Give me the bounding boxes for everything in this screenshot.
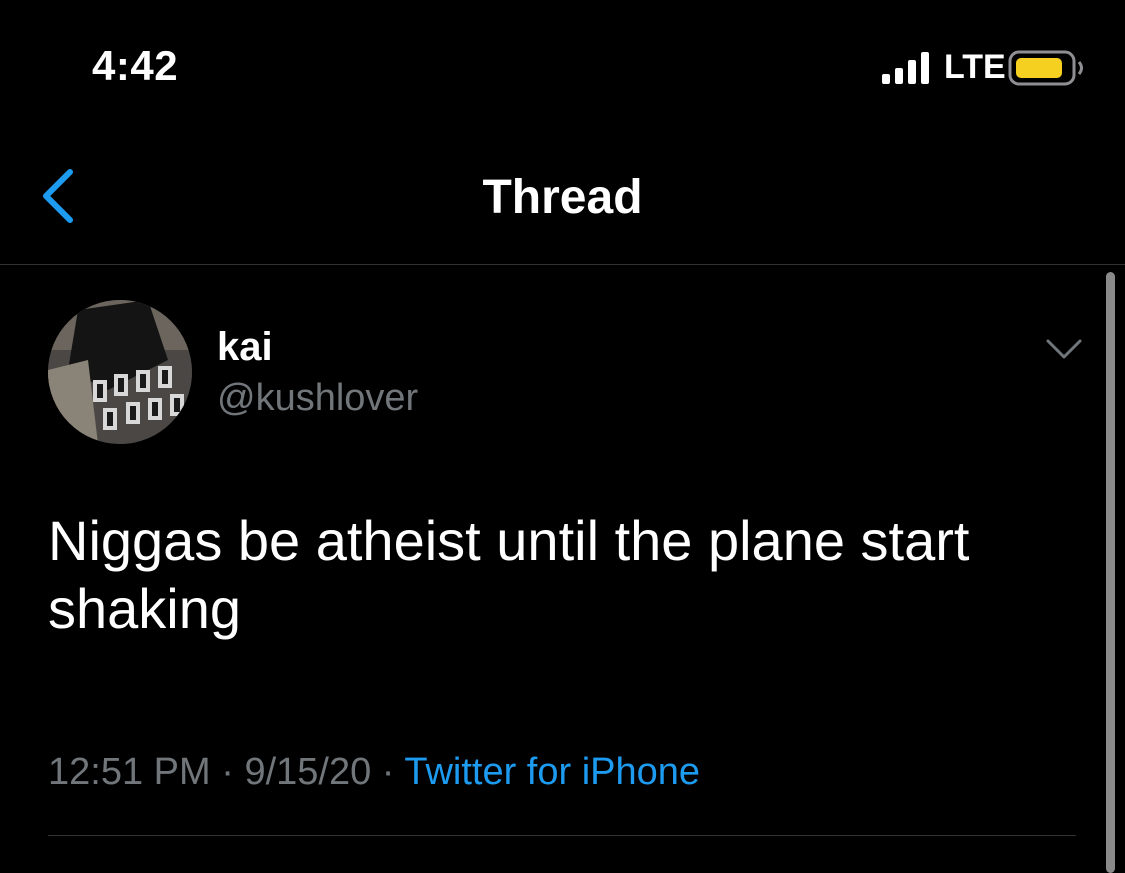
- display-name[interactable]: kai: [217, 325, 273, 370]
- meta-separator: ·: [221, 751, 234, 793]
- tweet-source-link[interactable]: Twitter for iPhone: [404, 751, 700, 793]
- chevron-down-icon[interactable]: [1044, 335, 1084, 363]
- tweet-text: Niggas be atheist until the plane start …: [48, 509, 970, 640]
- meta-separator: ·: [381, 751, 395, 793]
- scrollbar[interactable]: [1106, 272, 1115, 873]
- divider: [48, 835, 1076, 836]
- tweet-date: 9/15/20: [244, 751, 372, 793]
- avatar-image: [48, 300, 192, 444]
- battery-icon: [1008, 50, 1083, 86]
- avatar[interactable]: [48, 300, 192, 444]
- tweet[interactable]: kai @kushlover Niggas be atheist until t…: [0, 265, 1125, 873]
- cellular-signal-icon: [882, 52, 929, 84]
- network-type-label: LTE: [944, 48, 1006, 86]
- user-handle[interactable]: @kushlover: [217, 377, 418, 420]
- nav-bar: Thread: [0, 130, 1125, 265]
- tweet-time: 12:51 PM: [48, 751, 211, 793]
- status-time: 4:42: [92, 42, 179, 89]
- page-title: Thread: [482, 171, 643, 224]
- tweet-meta: 12:51 PM · 9/15/20 · Twitter for iPhone: [48, 751, 700, 794]
- status-bar: 4:42 LTE: [0, 0, 1125, 130]
